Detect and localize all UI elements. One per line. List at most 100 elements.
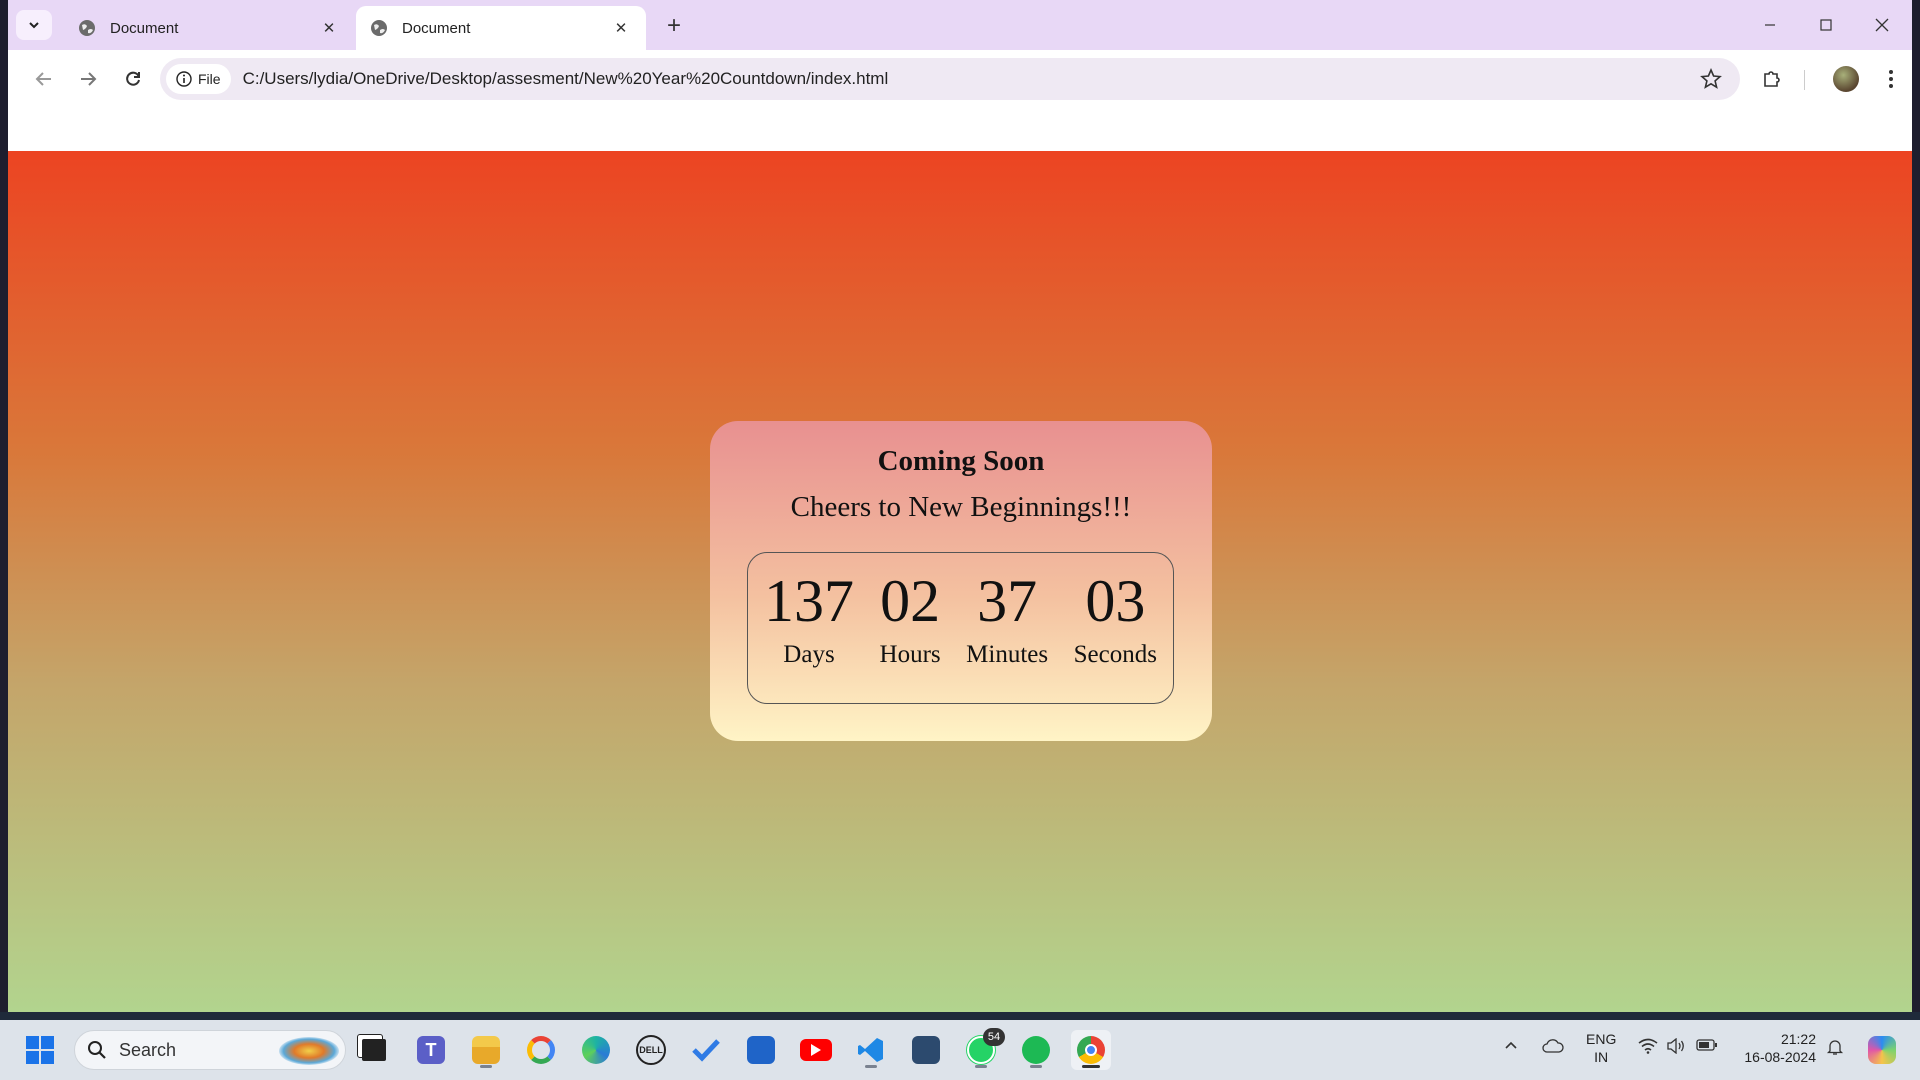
windows-start-icon	[26, 1036, 54, 1064]
taskbar-app-file-explorer[interactable]	[466, 1030, 506, 1070]
puzzle-icon	[1764, 71, 1780, 87]
more-vertical-icon	[1889, 70, 1893, 88]
chevron-down-icon	[29, 22, 39, 29]
countdown-seconds: 03 Seconds	[1074, 553, 1157, 703]
wifi-icon	[1638, 1038, 1658, 1054]
battery-button[interactable]	[1696, 1038, 1718, 1056]
teams-icon: T	[417, 1036, 445, 1064]
url-text[interactable]: C:/Users/lydia/OneDrive/Desktop/assesmen…	[243, 69, 889, 89]
minutes-value: 37	[977, 568, 1038, 634]
minimize-button[interactable]	[1744, 8, 1796, 42]
days-label: Days	[783, 641, 835, 668]
chevron-up-icon	[1505, 1041, 1517, 1049]
battery-icon	[1696, 1039, 1717, 1051]
bookmark-star-icon[interactable]	[1700, 68, 1722, 90]
notifications-button[interactable]	[1826, 1038, 1844, 1060]
minutes-label: Minutes	[966, 641, 1049, 668]
taskbar-app-store[interactable]	[741, 1030, 781, 1070]
back-button[interactable]	[27, 62, 61, 96]
close-tab-icon[interactable]: ✕	[610, 17, 632, 39]
countdown-minutes: 37 Minutes	[966, 553, 1048, 703]
taskbar-app-chrome[interactable]	[1071, 1030, 1111, 1070]
search-highlight-icon	[279, 1037, 339, 1065]
close-tab-icon[interactable]: ✕	[318, 17, 340, 39]
region-code: IN	[1594, 1049, 1609, 1065]
address-bar[interactable]: File C:/Users/lydia/OneDrive/Desktop/ass…	[160, 58, 1740, 100]
notification-badge: 54	[983, 1028, 1005, 1046]
language-indicator[interactable]: ENG IN	[1586, 1030, 1616, 1066]
taskbar-app-mysql-workbench[interactable]	[906, 1030, 946, 1070]
speaker-icon	[1667, 1037, 1684, 1055]
cloud-sync-icon	[1542, 1039, 1564, 1053]
search-placeholder: Search	[119, 1039, 177, 1060]
clock-time: 21:22	[1780, 1031, 1816, 1047]
arrow-left-icon	[35, 72, 51, 86]
tab-title: Document	[402, 19, 471, 37]
mysql-workbench-icon	[912, 1036, 940, 1064]
seconds-label: Seconds	[1073, 641, 1157, 668]
youtube-icon	[800, 1039, 832, 1061]
tab-strip: Document ✕ Document ✕ +	[8, 0, 1912, 50]
tab-search-button[interactable]	[16, 10, 52, 40]
start-button[interactable]	[20, 1030, 60, 1070]
extensions-button[interactable]	[1756, 63, 1788, 95]
taskbar-app-edge[interactable]	[576, 1030, 616, 1070]
taskbar: Search T DELL 54 ENG IN 21:22 16-08-2024	[0, 1020, 1920, 1080]
search-icon	[88, 1041, 106, 1059]
tab-document-1[interactable]: Document ✕	[64, 6, 354, 50]
minimize-icon	[1765, 24, 1775, 26]
site-info-chip[interactable]: File	[166, 64, 231, 94]
taskbar-app-teams[interactable]: T	[411, 1030, 451, 1070]
bell-icon	[1826, 1040, 1844, 1055]
taskbar-search[interactable]: Search	[74, 1030, 346, 1070]
running-indicator	[1030, 1065, 1042, 1068]
days-value: 137	[764, 568, 854, 634]
chrome-icon	[1077, 1036, 1105, 1064]
taskbar-app-vscode[interactable]	[851, 1030, 891, 1070]
taskbar-app-spotify[interactable]	[1016, 1030, 1056, 1070]
show-hidden-icons-button[interactable]	[1504, 1038, 1518, 1056]
window-close-button[interactable]	[1856, 8, 1908, 42]
volume-button[interactable]	[1666, 1037, 1686, 1058]
page-top-blank	[8, 108, 1912, 151]
countdown-card: Coming Soon Cheers to New Beginnings!!! …	[710, 421, 1212, 741]
copilot-icon	[1868, 1036, 1896, 1064]
profile-button[interactable]	[1830, 63, 1862, 95]
page-title: Coming Soon	[877, 445, 1045, 477]
browser-toolbar: File C:/Users/lydia/OneDrive/Desktop/ass…	[8, 50, 1912, 108]
info-icon	[176, 71, 192, 87]
tab-document-2[interactable]: Document ✕	[356, 6, 646, 50]
language-code: ENG	[1586, 1031, 1617, 1047]
close-icon	[1875, 18, 1889, 32]
file-manager-icon	[362, 1039, 386, 1061]
taskbar-app-todo[interactable]	[686, 1030, 726, 1070]
countdown-timer: 137 Days 02 Hours 37 Minutes 03 Seconds	[747, 552, 1174, 704]
onedrive-tray-button[interactable]	[1542, 1038, 1564, 1058]
copilot-button[interactable]	[1862, 1030, 1902, 1070]
clock-date: 16-08-2024	[1744, 1049, 1816, 1065]
taskbar-app-dell[interactable]: DELL	[631, 1030, 671, 1070]
tab-title: Document	[110, 19, 179, 37]
reload-button[interactable]	[116, 62, 150, 96]
file-explorer-icon	[472, 1036, 500, 1064]
countdown-hours: 02 Hours	[880, 553, 941, 703]
system-clock[interactable]: 21:22 16-08-2024	[1732, 1030, 1816, 1066]
maximize-button[interactable]	[1800, 8, 1852, 42]
browser-menu-button[interactable]	[1875, 63, 1907, 95]
taskbar-app-google[interactable]	[521, 1030, 561, 1070]
google-icon	[527, 1036, 555, 1064]
taskbar-app-file-manager[interactable]	[354, 1030, 394, 1070]
forward-button[interactable]	[71, 62, 105, 96]
hours-value: 02	[880, 568, 941, 634]
network-button[interactable]	[1638, 1038, 1658, 1058]
reload-icon	[126, 71, 140, 86]
desktop-strip	[0, 1012, 1920, 1020]
taskbar-app-youtube[interactable]	[796, 1030, 836, 1070]
globe-icon	[79, 20, 95, 36]
new-tab-button[interactable]: +	[660, 12, 688, 40]
toolbar-divider	[1804, 70, 1805, 90]
taskbar-app-whatsapp[interactable]: 54	[961, 1028, 1005, 1070]
todo-check-icon	[692, 1039, 720, 1062]
page-content: Coming Soon Cheers to New Beginnings!!! …	[8, 151, 1912, 1012]
page-subtitle: Cheers to New Beginnings!!!	[790, 491, 1132, 523]
